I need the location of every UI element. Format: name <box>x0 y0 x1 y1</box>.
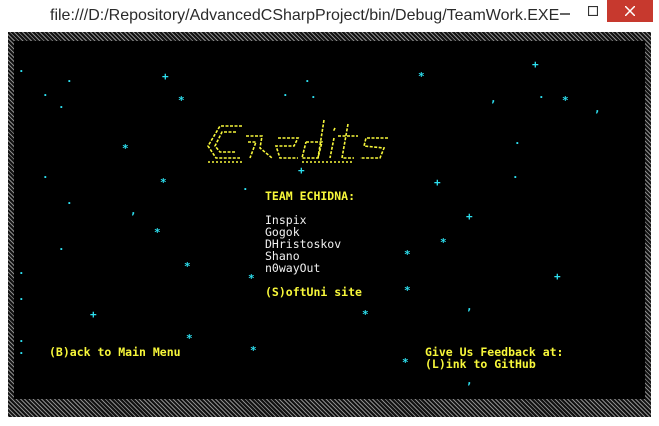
team-member: n0wayOut <box>265 261 321 275</box>
star-glyph: . <box>310 88 317 101</box>
star-glyph: . <box>58 98 65 111</box>
star-glyph: + <box>90 308 97 321</box>
star-glyph: . <box>304 72 311 85</box>
star-glyph: + <box>162 70 169 83</box>
star-glyph: * <box>248 272 255 285</box>
star-glyph: . <box>18 332 25 345</box>
star-glyph: * <box>250 344 257 357</box>
team-heading: TEAM ECHIDNA: <box>265 189 356 203</box>
star-glyph: . <box>18 290 25 303</box>
star-glyph: * <box>440 236 447 249</box>
maximize-icon <box>588 6 598 16</box>
star-glyph: + <box>434 176 441 189</box>
github-link[interactable]: (L)ink to GitHub <box>425 357 536 371</box>
star-glyph: , <box>466 374 473 387</box>
star-glyph: . <box>538 88 545 101</box>
star-glyph: . <box>66 72 73 85</box>
star-glyph: , <box>466 300 473 313</box>
console-window: .. +. * +.. *..,. *, *.. *. + +.., + * *. *. * * + *., + * *… <box>8 32 651 417</box>
minimize-icon <box>560 13 570 15</box>
console-canvas: .. +. * +.. *..,. *, *.. *. + +.., + * *. *. * * + *., + * *… <box>14 41 645 399</box>
star-glyph: . <box>42 86 49 99</box>
star-glyph: * <box>418 70 425 83</box>
star-glyph: * <box>362 308 369 321</box>
star-glyph: * <box>402 356 409 369</box>
star-glyph: . <box>18 264 25 277</box>
back-to-main-menu[interactable]: (B)ack to Main Menu <box>49 345 181 359</box>
close-icon <box>625 6 635 16</box>
star-glyph: . <box>512 168 519 181</box>
star-glyph: * <box>178 94 185 107</box>
close-button[interactable] <box>607 0 653 22</box>
credits-ascii-logo <box>207 119 388 163</box>
star-glyph: . <box>18 62 25 75</box>
star-glyph: . <box>58 240 65 253</box>
star-glyph: , <box>490 92 497 105</box>
star-glyph: * <box>184 260 191 273</box>
star-glyph: + <box>532 58 539 71</box>
star-glyph: , <box>130 204 137 217</box>
star-glyph: + <box>466 210 473 223</box>
star-glyph: + <box>298 164 305 177</box>
star-glyph: . <box>242 180 249 193</box>
star-glyph: . <box>18 344 25 357</box>
minimize-button[interactable] <box>551 0 579 22</box>
window-title: file:///D:/Repository/AdvancedCSharpProj… <box>50 7 560 24</box>
star-glyph: * <box>404 248 411 261</box>
softuni-link[interactable]: (S)oftUni site <box>265 285 362 299</box>
star-glyph: * <box>122 142 129 155</box>
star-glyph: + <box>554 270 561 283</box>
star-glyph: * <box>562 94 569 107</box>
star-glyph: , <box>594 102 601 115</box>
star-glyph: . <box>282 86 289 99</box>
star-glyph: . <box>514 134 521 147</box>
star-glyph: * <box>160 176 167 189</box>
star-glyph: . <box>66 194 73 207</box>
star-glyph: * <box>404 284 411 297</box>
window-titlebar[interactable]: file:///D:/Repository/AdvancedCSharpProj… <box>0 0 659 32</box>
maximize-button[interactable] <box>579 0 607 22</box>
star-glyph: * <box>154 226 161 239</box>
star-glyph: . <box>42 168 49 181</box>
star-glyph: * <box>186 332 193 345</box>
